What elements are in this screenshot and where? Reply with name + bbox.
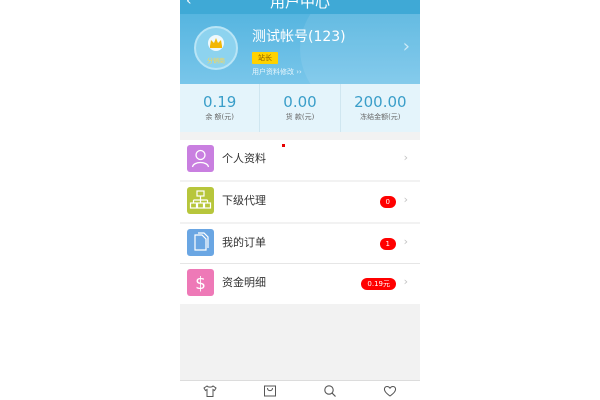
tab-search[interactable] — [300, 381, 360, 400]
notification-dot — [282, 144, 285, 147]
menu-item-sub-agents[interactable]: 下级代理 0 › — [180, 182, 420, 222]
page-title: 用户中心 — [269, 0, 330, 11]
chevron-right-icon: › — [403, 193, 408, 206]
search-icon — [324, 385, 336, 397]
menu-item-my-orders[interactable]: 我的订单 1 › — [180, 224, 420, 264]
tab-favorites[interactable] — [360, 381, 420, 400]
bottom-tab-bar — [180, 380, 420, 400]
profile-card[interactable]: 分销商 测试帐号(123) 站长 用户资料修改 ›› › — [180, 14, 420, 84]
org-chart-icon — [187, 187, 214, 214]
svg-text:$: $ — [195, 274, 206, 294]
menu-item-label: 资金明细 — [222, 276, 266, 289]
stat-label: 冻结金额(元) — [360, 113, 401, 121]
tab-shop[interactable] — [180, 381, 240, 400]
avatar[interactable]: 分销商 — [194, 26, 238, 70]
crown-icon — [208, 35, 224, 51]
role-badge: 站长 — [252, 52, 278, 64]
person-icon — [187, 145, 214, 172]
stat-balance[interactable]: 0.19 余 额(元) — [180, 84, 261, 132]
bag-icon — [264, 385, 276, 397]
chevron-right-icon: › — [403, 275, 408, 288]
chevron-right-icon: › — [402, 36, 410, 57]
document-icon — [187, 229, 214, 256]
avatar-tag: 分销商 — [206, 58, 225, 65]
amount-badge: 0.19元 — [361, 278, 396, 290]
stat-label: 货 款(元) — [285, 113, 315, 121]
menu-item-fund-details[interactable]: $ 资金明细 0.19元 › — [180, 264, 420, 304]
stat-label: 余 额(元) — [205, 113, 234, 121]
stat-payment[interactable]: 0.00 货 款(元) — [260, 84, 341, 132]
chevron-right-icon: › — [403, 235, 408, 248]
stat-value: 0.19 — [202, 93, 237, 111]
edit-profile-link[interactable]: 用户资料修改 ›› — [252, 68, 302, 77]
menu-item-personal-info[interactable]: 个人资料 › — [180, 140, 420, 180]
heart-icon — [383, 386, 397, 397]
phone-screen: ‹ 用户中心 分销商 测试帐号(123) 站长 用户资料修改 ›› › 0.19… — [180, 0, 420, 400]
menu-item-label: 个人资料 — [222, 152, 266, 165]
menu-item-label: 我的订单 — [222, 236, 266, 249]
chevron-right-icon: › — [403, 151, 408, 164]
count-badge: 1 — [379, 238, 396, 250]
count-badge: 0 — [379, 196, 396, 208]
balance-stats: 0.19 余 额(元) 0.00 货 款(元) 200.00 冻结金额(元) — [180, 84, 420, 132]
stat-value: 0.00 — [283, 93, 317, 111]
stat-frozen[interactable]: 200.00 冻结金额(元) — [341, 84, 420, 132]
tab-cart[interactable] — [240, 381, 300, 400]
header-bar: ‹ 用户中心 — [180, 0, 420, 14]
stat-value: 200.00 — [354, 93, 407, 111]
menu-item-label: 下级代理 — [222, 194, 266, 207]
account-name: 测试帐号(123) — [252, 29, 346, 45]
shirt-icon — [203, 385, 217, 397]
dollar-icon: $ — [187, 269, 214, 296]
